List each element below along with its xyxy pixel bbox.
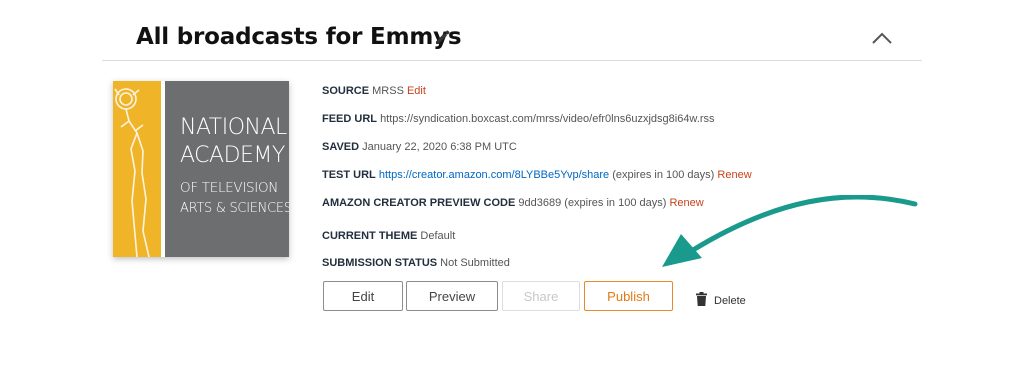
source-edit-link[interactable]: Edit — [407, 85, 426, 97]
logo-line-3: OF TELEVISION — [180, 180, 279, 196]
page-title: All broadcasts for Emmys — [136, 24, 462, 50]
preview-code-row: AMAZON CREATOR PREVIEW CODE 9dd3689 (exp… — [322, 197, 704, 209]
broadcast-header: All broadcasts for Emmys — [102, 14, 922, 61]
trash-icon — [696, 291, 707, 306]
test-url-expiry: (expires in 100 days) — [612, 169, 715, 181]
delete-label: Delete — [714, 295, 746, 307]
publish-button[interactable]: Publish — [584, 281, 673, 311]
theme-row: CURRENT THEME Default — [322, 230, 455, 242]
saved-value: January 22, 2020 6:38 PM UTC — [362, 141, 517, 153]
feed-url-label: FEED URL — [322, 113, 377, 125]
feed-url-value: https://syndication.boxcast.com/mrss/vid… — [380, 113, 715, 125]
edit-button[interactable]: Edit — [323, 281, 403, 311]
preview-button[interactable]: Preview — [406, 281, 498, 311]
status-row: SUBMISSION STATUS Not Submitted — [322, 257, 510, 269]
source-row: SOURCE MRSS Edit — [322, 85, 426, 97]
preview-code-expiry: (expires in 100 days) — [564, 197, 667, 209]
test-url-label: TEST URL — [322, 169, 376, 181]
theme-label: CURRENT THEME — [322, 230, 418, 242]
feed-url-row: FEED URL https://syndication.boxcast.com… — [322, 113, 715, 125]
status-label: SUBMISSION STATUS — [322, 257, 438, 269]
logo-line-4: ARTS & SCIENCES — [180, 201, 289, 216]
source-value: MRSS — [372, 85, 404, 97]
test-url-link[interactable]: https://creator.amazon.com/8LYBBe5Yvp/sh… — [379, 169, 609, 181]
thumbnail-text-panel: NATIONAL ACADEMY OF TELEVISION ARTS & SC… — [165, 81, 289, 257]
saved-label: SAVED — [322, 141, 360, 153]
source-label: SOURCE — [322, 85, 370, 97]
broadcast-thumbnail: NATIONAL ACADEMY OF TELEVISION ARTS & SC… — [113, 81, 289, 257]
thumbnail-gold-panel — [113, 81, 161, 257]
share-button: Share — [502, 281, 580, 311]
logo-line-2: ACADEMY — [180, 143, 285, 168]
logo-line-1: NATIONAL — [180, 115, 287, 140]
pencil-icon[interactable] — [433, 27, 453, 47]
status-value: Not Submitted — [440, 257, 510, 269]
emmy-statuette-icon — [114, 88, 150, 257]
preview-code-label: AMAZON CREATOR PREVIEW CODE — [322, 197, 516, 209]
annotation-arrow-icon — [662, 195, 918, 267]
saved-row: SAVED January 22, 2020 6:38 PM UTC — [322, 141, 517, 153]
delete-button[interactable]: Delete — [696, 290, 746, 307]
test-url-row: TEST URL https://creator.amazon.com/8LYB… — [322, 169, 752, 181]
theme-value: Default — [420, 230, 456, 242]
test-url-renew-link[interactable]: Renew — [717, 169, 751, 181]
preview-code-value: 9dd3689 — [518, 197, 562, 209]
chevron-up-icon[interactable] — [870, 30, 894, 46]
